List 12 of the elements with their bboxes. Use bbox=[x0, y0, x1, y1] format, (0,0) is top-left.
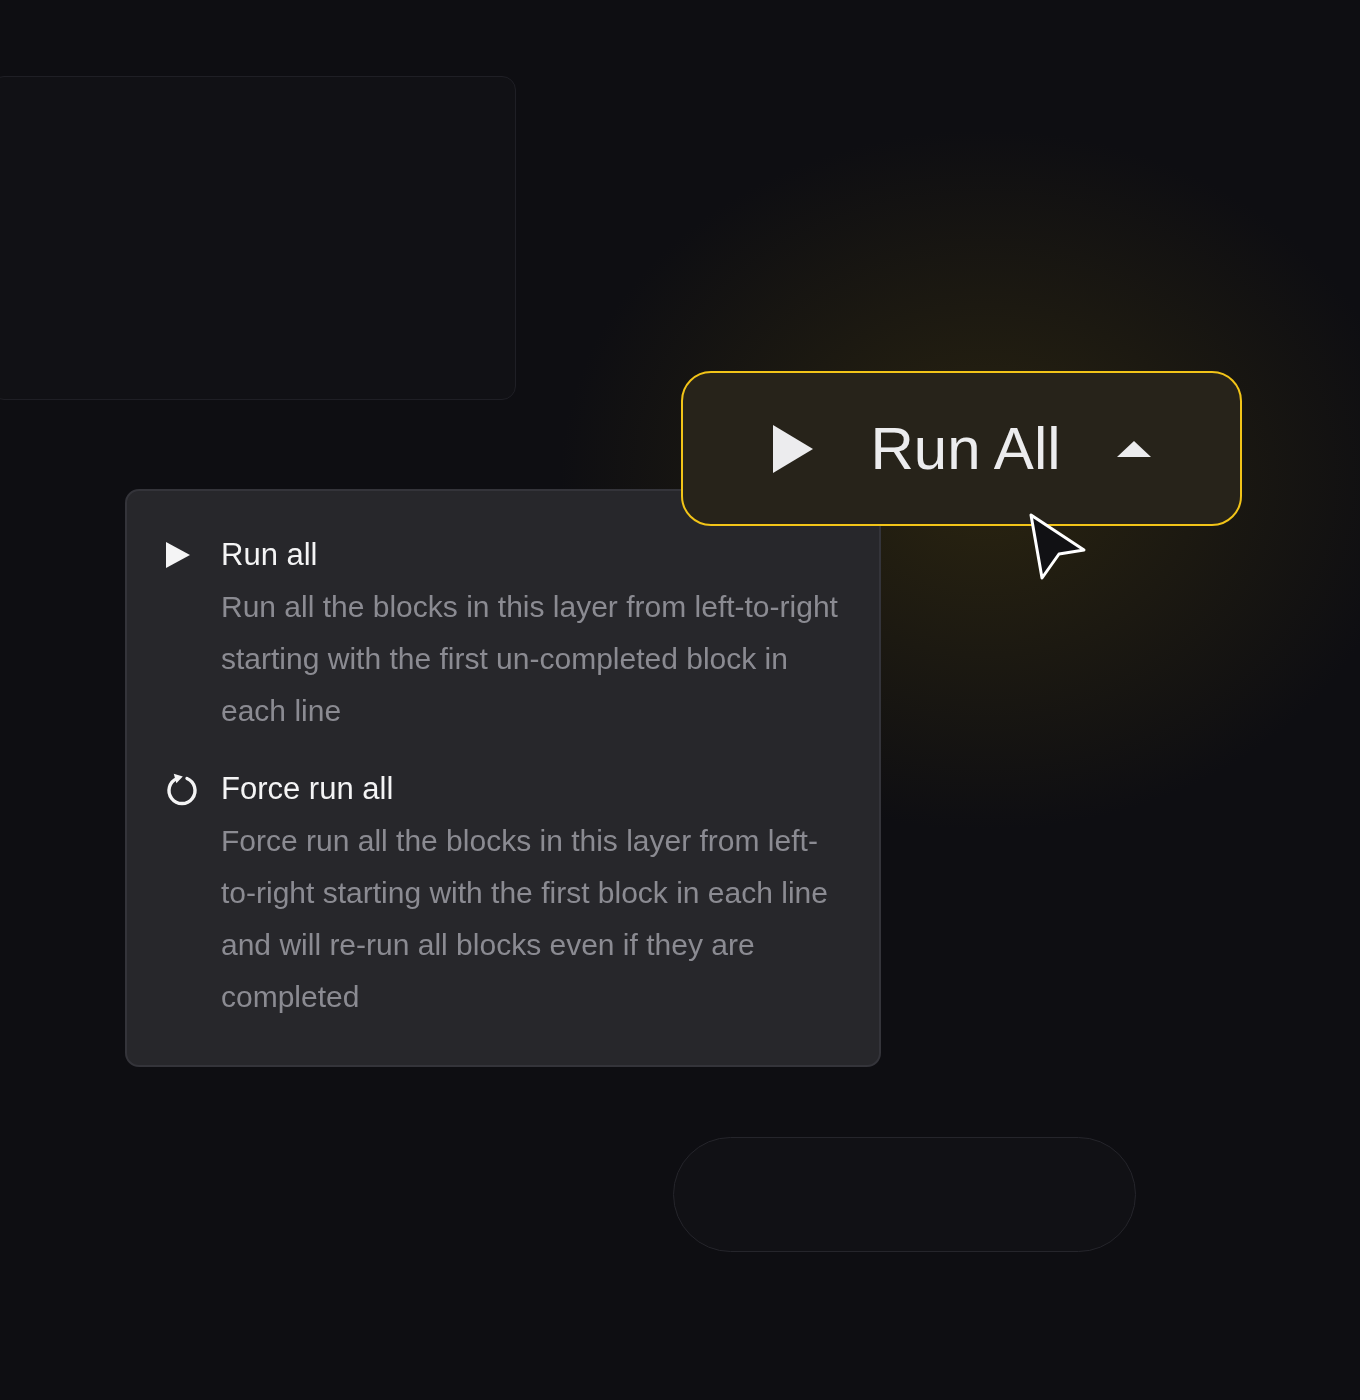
caret-icon bbox=[1116, 439, 1151, 458]
play-icon bbox=[772, 423, 815, 474]
menu-item-description: Run all the blocks in this layer from left-to-right starting with the first un-completed block in each line bbox=[221, 589, 839, 729]
menu-item[interactable]: Force run all Force run all the blocks in this layer from left-to-right starting with the first block in each line and will re-run all blocks even if they are completed bbox=[165, 763, 849, 1023]
play-icon bbox=[165, 541, 191, 569]
run-all-button[interactable]: Run All bbox=[681, 371, 1242, 526]
menu-item-title: Force run all bbox=[221, 770, 395, 808]
cursor-icon bbox=[1028, 512, 1088, 582]
menu-item-description: Force run all the blocks in this layer from left-to-right starting with the first block in each line and will re-run all blocks even if they are completed bbox=[221, 823, 829, 1015]
refresh-icon bbox=[165, 772, 199, 806]
menu-item[interactable]: Run all Run all the blocks in this layer from left-to-right starting with the first un-completed block in each line bbox=[165, 529, 849, 737]
menu-item-title: Run all bbox=[221, 536, 319, 574]
